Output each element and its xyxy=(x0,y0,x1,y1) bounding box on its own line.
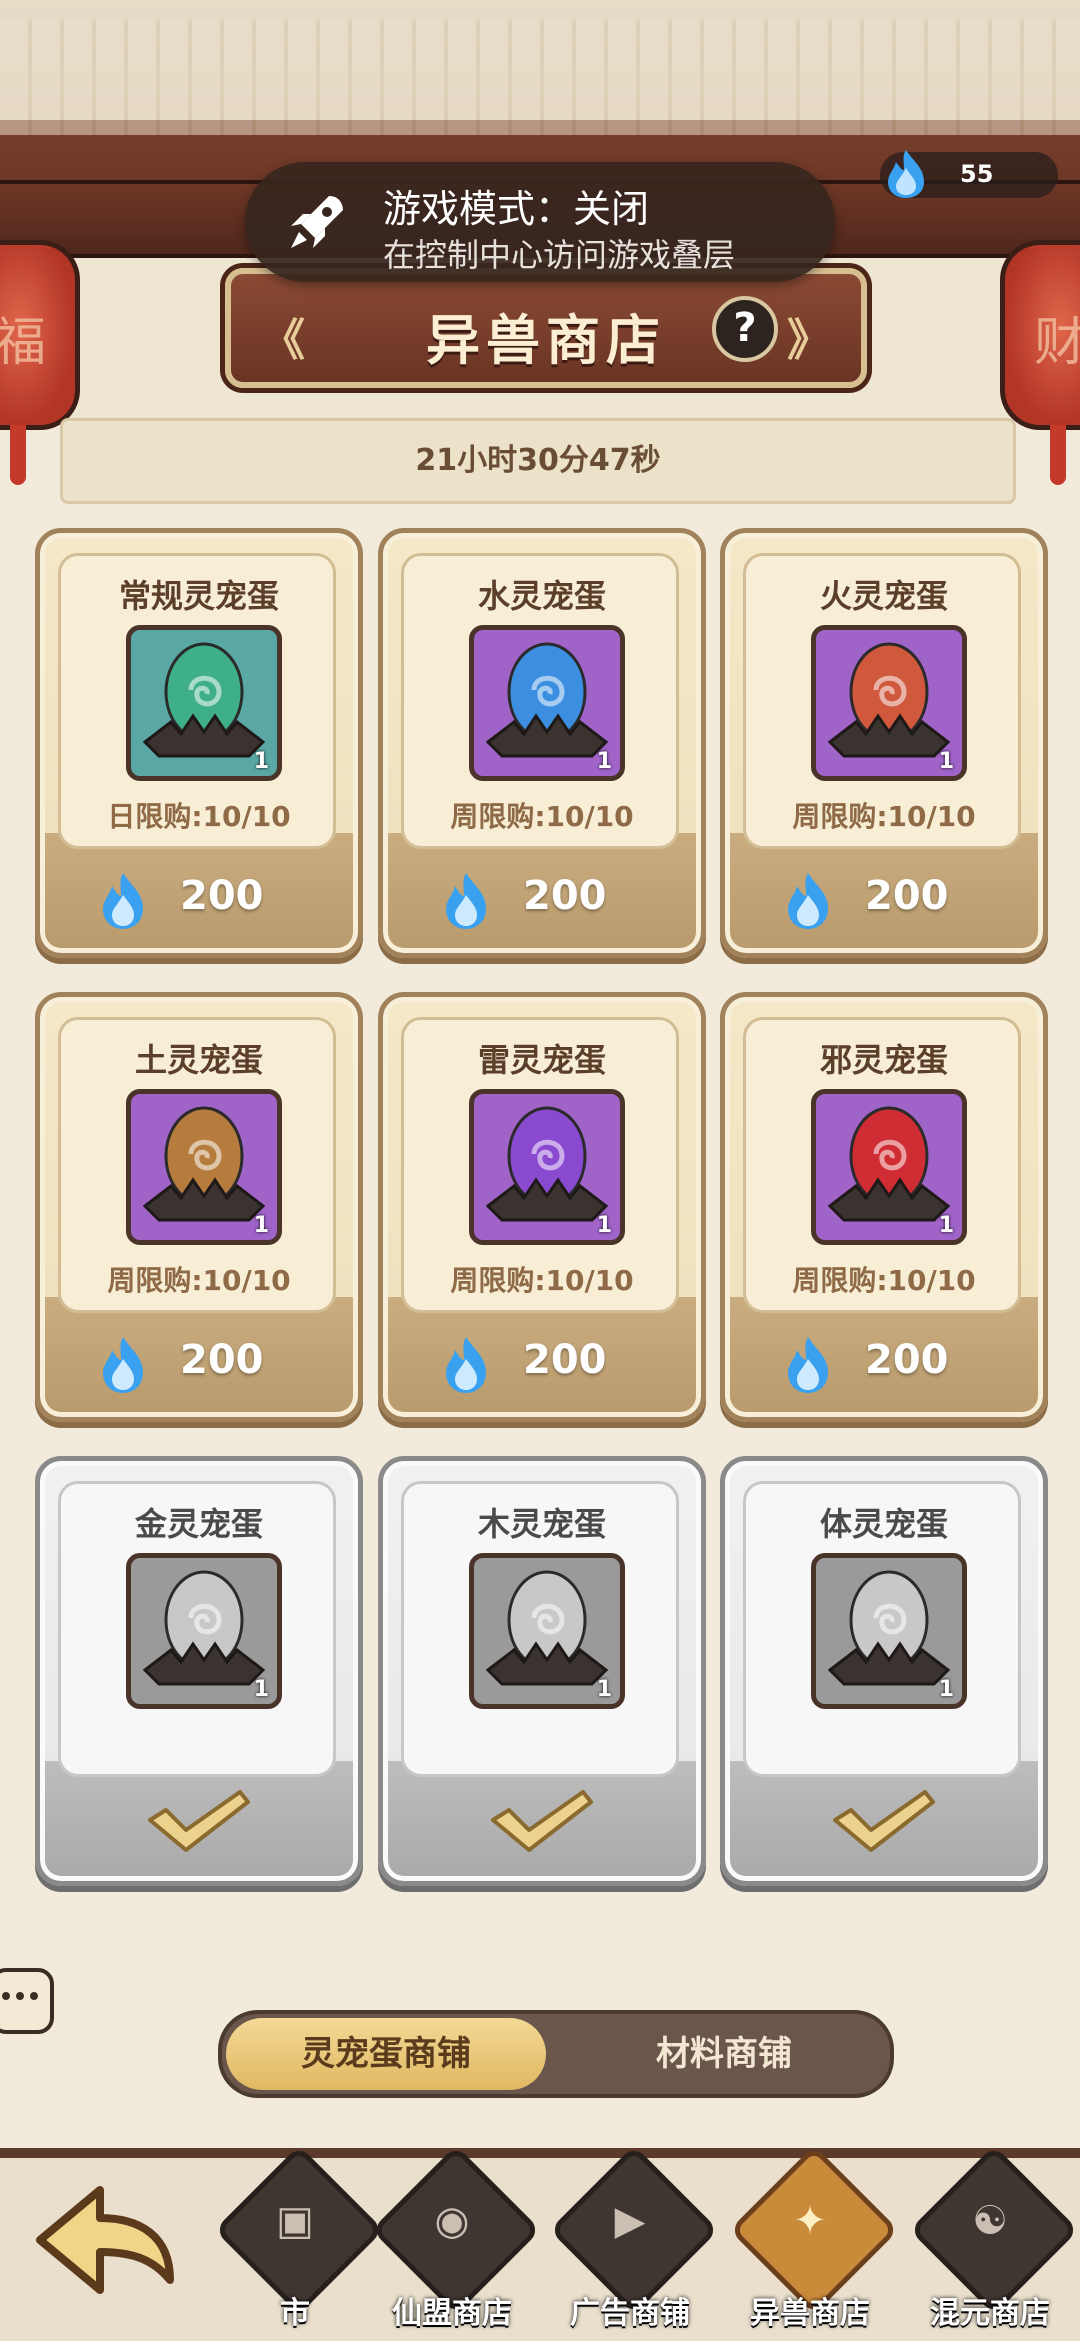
purchase-limit: 日限购:10/10 xyxy=(107,800,291,833)
chat-icon[interactable] xyxy=(0,1968,54,2034)
item-icon-slot: 1 xyxy=(469,1089,625,1245)
help-button[interactable]: ? xyxy=(712,296,778,362)
blue-flame-icon xyxy=(788,1337,828,1393)
item-icon-slot: 1 xyxy=(469,625,625,781)
item-quantity: 1 xyxy=(596,1213,612,1238)
shop-item-card[interactable]: 体灵宠蛋 1 xyxy=(720,1456,1048,1886)
purchase-limit: 周限购:10/10 xyxy=(792,1264,976,1297)
item-icon-slot: 1 xyxy=(126,625,282,781)
back-arrow-icon[interactable] xyxy=(30,2180,180,2300)
item-name: 雷灵宠蛋 xyxy=(477,1041,606,1079)
shop-tab-switcher: 灵宠蛋商铺 材料商铺 xyxy=(218,2010,894,2098)
currency-display[interactable]: 55 xyxy=(880,150,1058,198)
nav-item-hunyuan-shop[interactable]: ☯ 混元商店 xyxy=(909,2145,1079,2341)
item-icon-slot: 1 xyxy=(811,625,967,781)
shop-item-card[interactable]: 土灵宠蛋 1 周限购:10/10 200 xyxy=(35,992,363,1422)
tab-materials-shop[interactable]: 材料商铺 xyxy=(562,2014,886,2094)
shop-item-card[interactable]: 常规灵宠蛋 1 日限购:10/10 200 xyxy=(35,528,363,958)
beast-glyph: ✦ xyxy=(793,2198,827,2244)
nav-item-beast-shop[interactable]: ✦ 异兽商店 xyxy=(729,2145,899,2341)
blue-flame-icon xyxy=(888,150,924,198)
shop-item-card[interactable]: 水灵宠蛋 1 周限购:10/10 200 xyxy=(378,528,706,958)
play-glyph: ▶ xyxy=(614,2198,646,2244)
nav-item-label: 异兽商店 xyxy=(750,2296,870,2331)
item-price: 200 xyxy=(523,1337,607,1383)
refresh-timer: 21小时30分47秒 xyxy=(60,418,1016,504)
nav-item-alliance-shop[interactable]: ◉ 仙盟商店 xyxy=(371,2145,541,2341)
item-quantity: 1 xyxy=(938,1213,954,1238)
nav-item-label: 市 xyxy=(280,2296,310,2331)
item-icon-slot: 1 xyxy=(811,1089,967,1245)
market-glyph: ▣ xyxy=(276,2198,314,2244)
blue-flame-icon xyxy=(446,1337,486,1393)
item-quantity: 1 xyxy=(253,749,269,774)
currency-amount: 55 xyxy=(960,160,994,188)
blue-flame-icon xyxy=(788,873,828,929)
item-icon-slot: 1 xyxy=(126,1553,282,1709)
roof-tiles xyxy=(0,20,1080,135)
nav-item-market[interactable]: ▣ 市 xyxy=(214,2145,384,2341)
item-price: 200 xyxy=(865,1337,949,1383)
game-mode-toast: 游戏模式：关闭 在控制中心访问游戏叠层 xyxy=(245,162,835,282)
item-price: 200 xyxy=(180,1337,264,1383)
purchase-limit: 周限购:10/10 xyxy=(450,1264,634,1297)
lantern-right: 财 xyxy=(1000,240,1080,485)
alliance-shop-glyph: ◉ xyxy=(434,2198,470,2244)
item-name: 金灵宠蛋 xyxy=(134,1505,263,1543)
item-name: 常规灵宠蛋 xyxy=(118,577,279,615)
item-price: 200 xyxy=(523,873,607,919)
game-mode-title: 游戏模式：关闭 xyxy=(383,187,650,231)
lantern-right-glyph: 财 xyxy=(1033,313,1080,373)
purchase-limit: 周限购:10/10 xyxy=(450,800,634,833)
checkmark-icon xyxy=(833,1790,935,1852)
lantern-right-tassel xyxy=(1050,425,1066,485)
lantern-left-tassel xyxy=(10,425,26,485)
checkmark-icon xyxy=(148,1790,250,1852)
item-quantity: 1 xyxy=(253,1677,269,1702)
item-name: 土灵宠蛋 xyxy=(134,1041,263,1079)
item-quantity: 1 xyxy=(938,749,954,774)
item-icon-slot: 1 xyxy=(811,1553,967,1709)
item-quantity: 1 xyxy=(253,1213,269,1238)
item-name: 邪灵宠蛋 xyxy=(819,1041,948,1079)
item-name: 水灵宠蛋 xyxy=(477,577,606,615)
item-icon-slot: 1 xyxy=(469,1553,625,1709)
blue-flame-icon xyxy=(446,873,486,929)
purchase-limit: 周限购:10/10 xyxy=(107,1264,291,1297)
item-price: 200 xyxy=(865,873,949,919)
shop-item-card[interactable]: 雷灵宠蛋 1 周限购:10/10 200 xyxy=(378,992,706,1422)
rocket-icon xyxy=(291,196,343,248)
game-mode-subtitle: 在控制中心访问游戏叠层 xyxy=(383,236,736,274)
banner-right-ornament: 》 xyxy=(787,315,831,366)
item-name: 火灵宠蛋 xyxy=(819,577,948,615)
nav-item-label: 仙盟商店 xyxy=(392,2296,512,2331)
item-name: 体灵宠蛋 xyxy=(819,1505,948,1543)
lantern-left-glyph: 福 xyxy=(0,313,46,373)
hunyuan-glyph: ☯ xyxy=(972,2198,1008,2244)
shop-item-card[interactable]: 木灵宠蛋 1 xyxy=(378,1456,706,1886)
checkmark-icon xyxy=(491,1790,593,1852)
blue-flame-icon xyxy=(103,873,143,929)
shop-item-card[interactable]: 邪灵宠蛋 1 周限购:10/10 200 xyxy=(720,992,1048,1422)
shop-item-card[interactable]: 火灵宠蛋 1 周限购:10/10 200 xyxy=(720,528,1048,958)
lantern-left: 福 xyxy=(0,240,80,485)
tab-pet-egg-shop[interactable]: 灵宠蛋商铺 xyxy=(226,2018,546,2090)
item-price: 200 xyxy=(180,873,264,919)
item-quantity: 1 xyxy=(596,1677,612,1702)
item-quantity: 1 xyxy=(596,749,612,774)
blue-flame-icon xyxy=(103,1337,143,1393)
purchase-limit: 周限购:10/10 xyxy=(792,800,976,833)
nav-item-label: 混元商店 xyxy=(930,2296,1050,2331)
nav-item-ad-shop[interactable]: ▶ 广告商铺 xyxy=(549,2145,719,2341)
item-name: 木灵宠蛋 xyxy=(477,1505,606,1543)
nav-item-label: 广告商铺 xyxy=(570,2296,690,2331)
shop-item-card[interactable]: 金灵宠蛋 1 xyxy=(35,1456,363,1886)
item-icon-slot: 1 xyxy=(126,1089,282,1245)
item-quantity: 1 xyxy=(938,1677,954,1702)
